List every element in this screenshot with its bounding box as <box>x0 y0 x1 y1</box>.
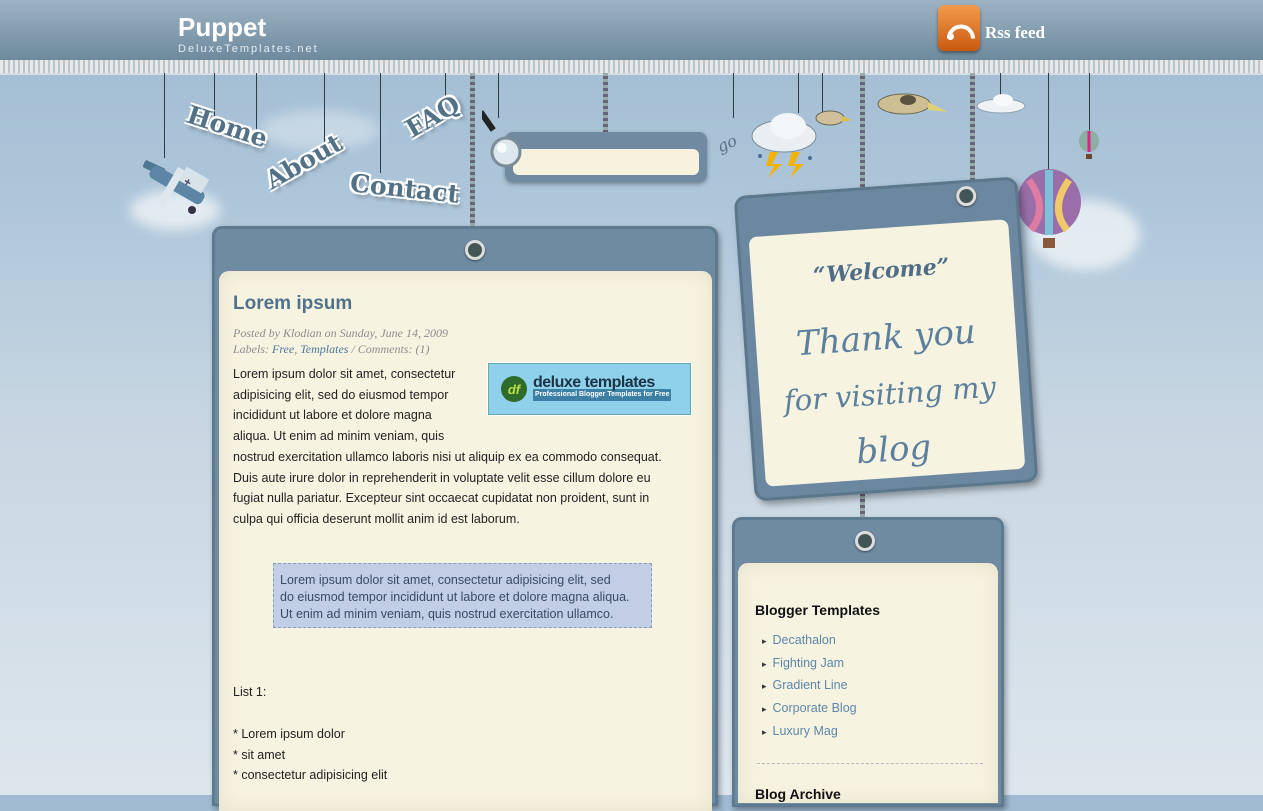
rss-icon[interactable] <box>938 5 980 51</box>
sidebar-link-decathalon[interactable]: ▸ Decathalon <box>762 633 836 647</box>
sidebar-link-corporate-blog[interactable]: ▸ Corporate Blog <box>762 701 857 715</box>
rope <box>470 73 475 245</box>
rope <box>860 73 865 188</box>
welcome-heading: “Welcome” <box>812 253 951 289</box>
lace-border <box>0 60 1263 75</box>
sidebar-link-fighting-jam[interactable]: ▸ Fighting Jam <box>762 656 844 670</box>
sidebar-link-gradient-line[interactable]: ▸ Gradient Line <box>762 678 848 692</box>
hot-air-balloon-icon <box>1079 130 1099 159</box>
body-line: fugiat nulla pariatur. Excepteur sint oc… <box>233 491 650 506</box>
bullet-icon: ▸ <box>762 727 767 737</box>
label-link-templates[interactable]: Templates <box>300 342 348 356</box>
welcome-paper: “Welcome” Thank you for visiting my blog <box>748 219 1026 487</box>
magnifier-icon <box>482 110 522 168</box>
sidebar-link-label: Decathalon <box>772 633 836 647</box>
quote-line: Lorem ipsum dolor sit amet, consectetur … <box>280 573 611 587</box>
welcome-message: Thank you for visiting my blog <box>754 301 1025 487</box>
sidebar-link-label: Corporate Blog <box>772 701 857 715</box>
hanging-string <box>733 73 734 118</box>
rope <box>603 73 608 135</box>
post-labels-line: Labels: Free, Templates / Comments: (1) <box>233 342 430 356</box>
post-meta: Posted by Klodian on Sunday, June 14, 20… <box>233 325 448 357</box>
post-title[interactable]: Lorem ipsum <box>233 293 352 315</box>
body-line: aliqua. Ut enim ad minim veniam, quis <box>233 429 445 444</box>
rss-feed-link[interactable]: Rss feed <box>985 23 1045 43</box>
hanging-string <box>1048 73 1049 173</box>
quote-line: Ut enim ad minim veniam, quis nostrud ex… <box>280 607 614 621</box>
hanging-ring <box>465 240 485 260</box>
hanging-string <box>164 73 165 158</box>
sidebar-link-label: Fighting Jam <box>772 656 845 670</box>
cloud-icon <box>976 94 1026 114</box>
bullet-icon: ▸ <box>762 659 767 669</box>
sidebar-link-label: Gradient Line <box>772 678 848 692</box>
welcome-card: “Welcome” Thank you for visiting my blog <box>733 176 1039 502</box>
list-item: * sit amet <box>233 748 286 762</box>
storm-cloud-icon <box>751 113 817 178</box>
search-go-button[interactable]: go <box>714 131 740 157</box>
site-title[interactable]: Puppet <box>178 12 266 43</box>
sidebar-divider <box>757 763 983 764</box>
biplane-icon: + <box>142 160 210 214</box>
blockquote: Lorem ipsum dolor sit amet, consectetur … <box>273 563 652 628</box>
hanging-string <box>798 73 799 113</box>
post-byline: Posted by Klodian on Sunday, June 14, 20… <box>233 326 448 340</box>
body-line: nostrud exercitation ullamco laboris nis… <box>233 449 662 464</box>
bird-icon <box>815 110 852 126</box>
post-body: Lorem ipsum dolor sit amet, consectetur … <box>233 364 693 530</box>
list-title: List 1: <box>233 685 267 699</box>
hanging-string <box>1089 73 1090 135</box>
site-subtitle: DeluxeTemplates.net <box>178 43 319 55</box>
quote-line: do eiusmod tempor incididunt ut labore e… <box>280 590 630 604</box>
nav-home[interactable]: Home <box>177 96 277 157</box>
body-line: incididunt ut labore et dolore magna <box>233 408 432 423</box>
sidebar-link-label: Luxury Mag <box>772 724 838 738</box>
nav-faq[interactable]: FAQ <box>394 85 471 148</box>
sidebar-widget-title: Blogger Templates <box>755 602 880 618</box>
list-item: * Lorem ipsum dolor <box>233 727 345 741</box>
blog-archive-title: Blog Archive <box>755 786 841 802</box>
bullet-icon: ▸ <box>762 636 767 646</box>
bullet-icon: ▸ <box>762 681 767 691</box>
list-item: * consectetur adipisicing elit <box>233 768 388 782</box>
rope <box>970 73 975 193</box>
labels-prefix: Labels: <box>233 342 269 356</box>
sidebar-link-luxury-mag[interactable]: ▸ Luxury Mag <box>762 724 838 738</box>
comments-link[interactable]: / Comments: (1) <box>351 342 429 356</box>
bird-icon <box>877 93 948 115</box>
body-line: culpa qui officia deserunt mollit anim i… <box>233 511 520 526</box>
body-line: Duis aute irure dolor in reprehenderit i… <box>233 470 651 485</box>
nav-contact[interactable]: Contact <box>343 166 467 211</box>
hanging-ring <box>855 531 875 551</box>
bullet-icon: ▸ <box>762 704 767 714</box>
search-input[interactable] <box>513 149 699 175</box>
body-line: Lorem ipsum dolor sit amet, consectetur <box>233 367 456 381</box>
hot-air-balloon-icon <box>1017 169 1081 248</box>
body-line: adipisicing elit, sed do eiusmod tempor <box>233 387 449 402</box>
label-link-free[interactable]: Free <box>272 342 294 356</box>
hanging-string <box>380 73 381 173</box>
